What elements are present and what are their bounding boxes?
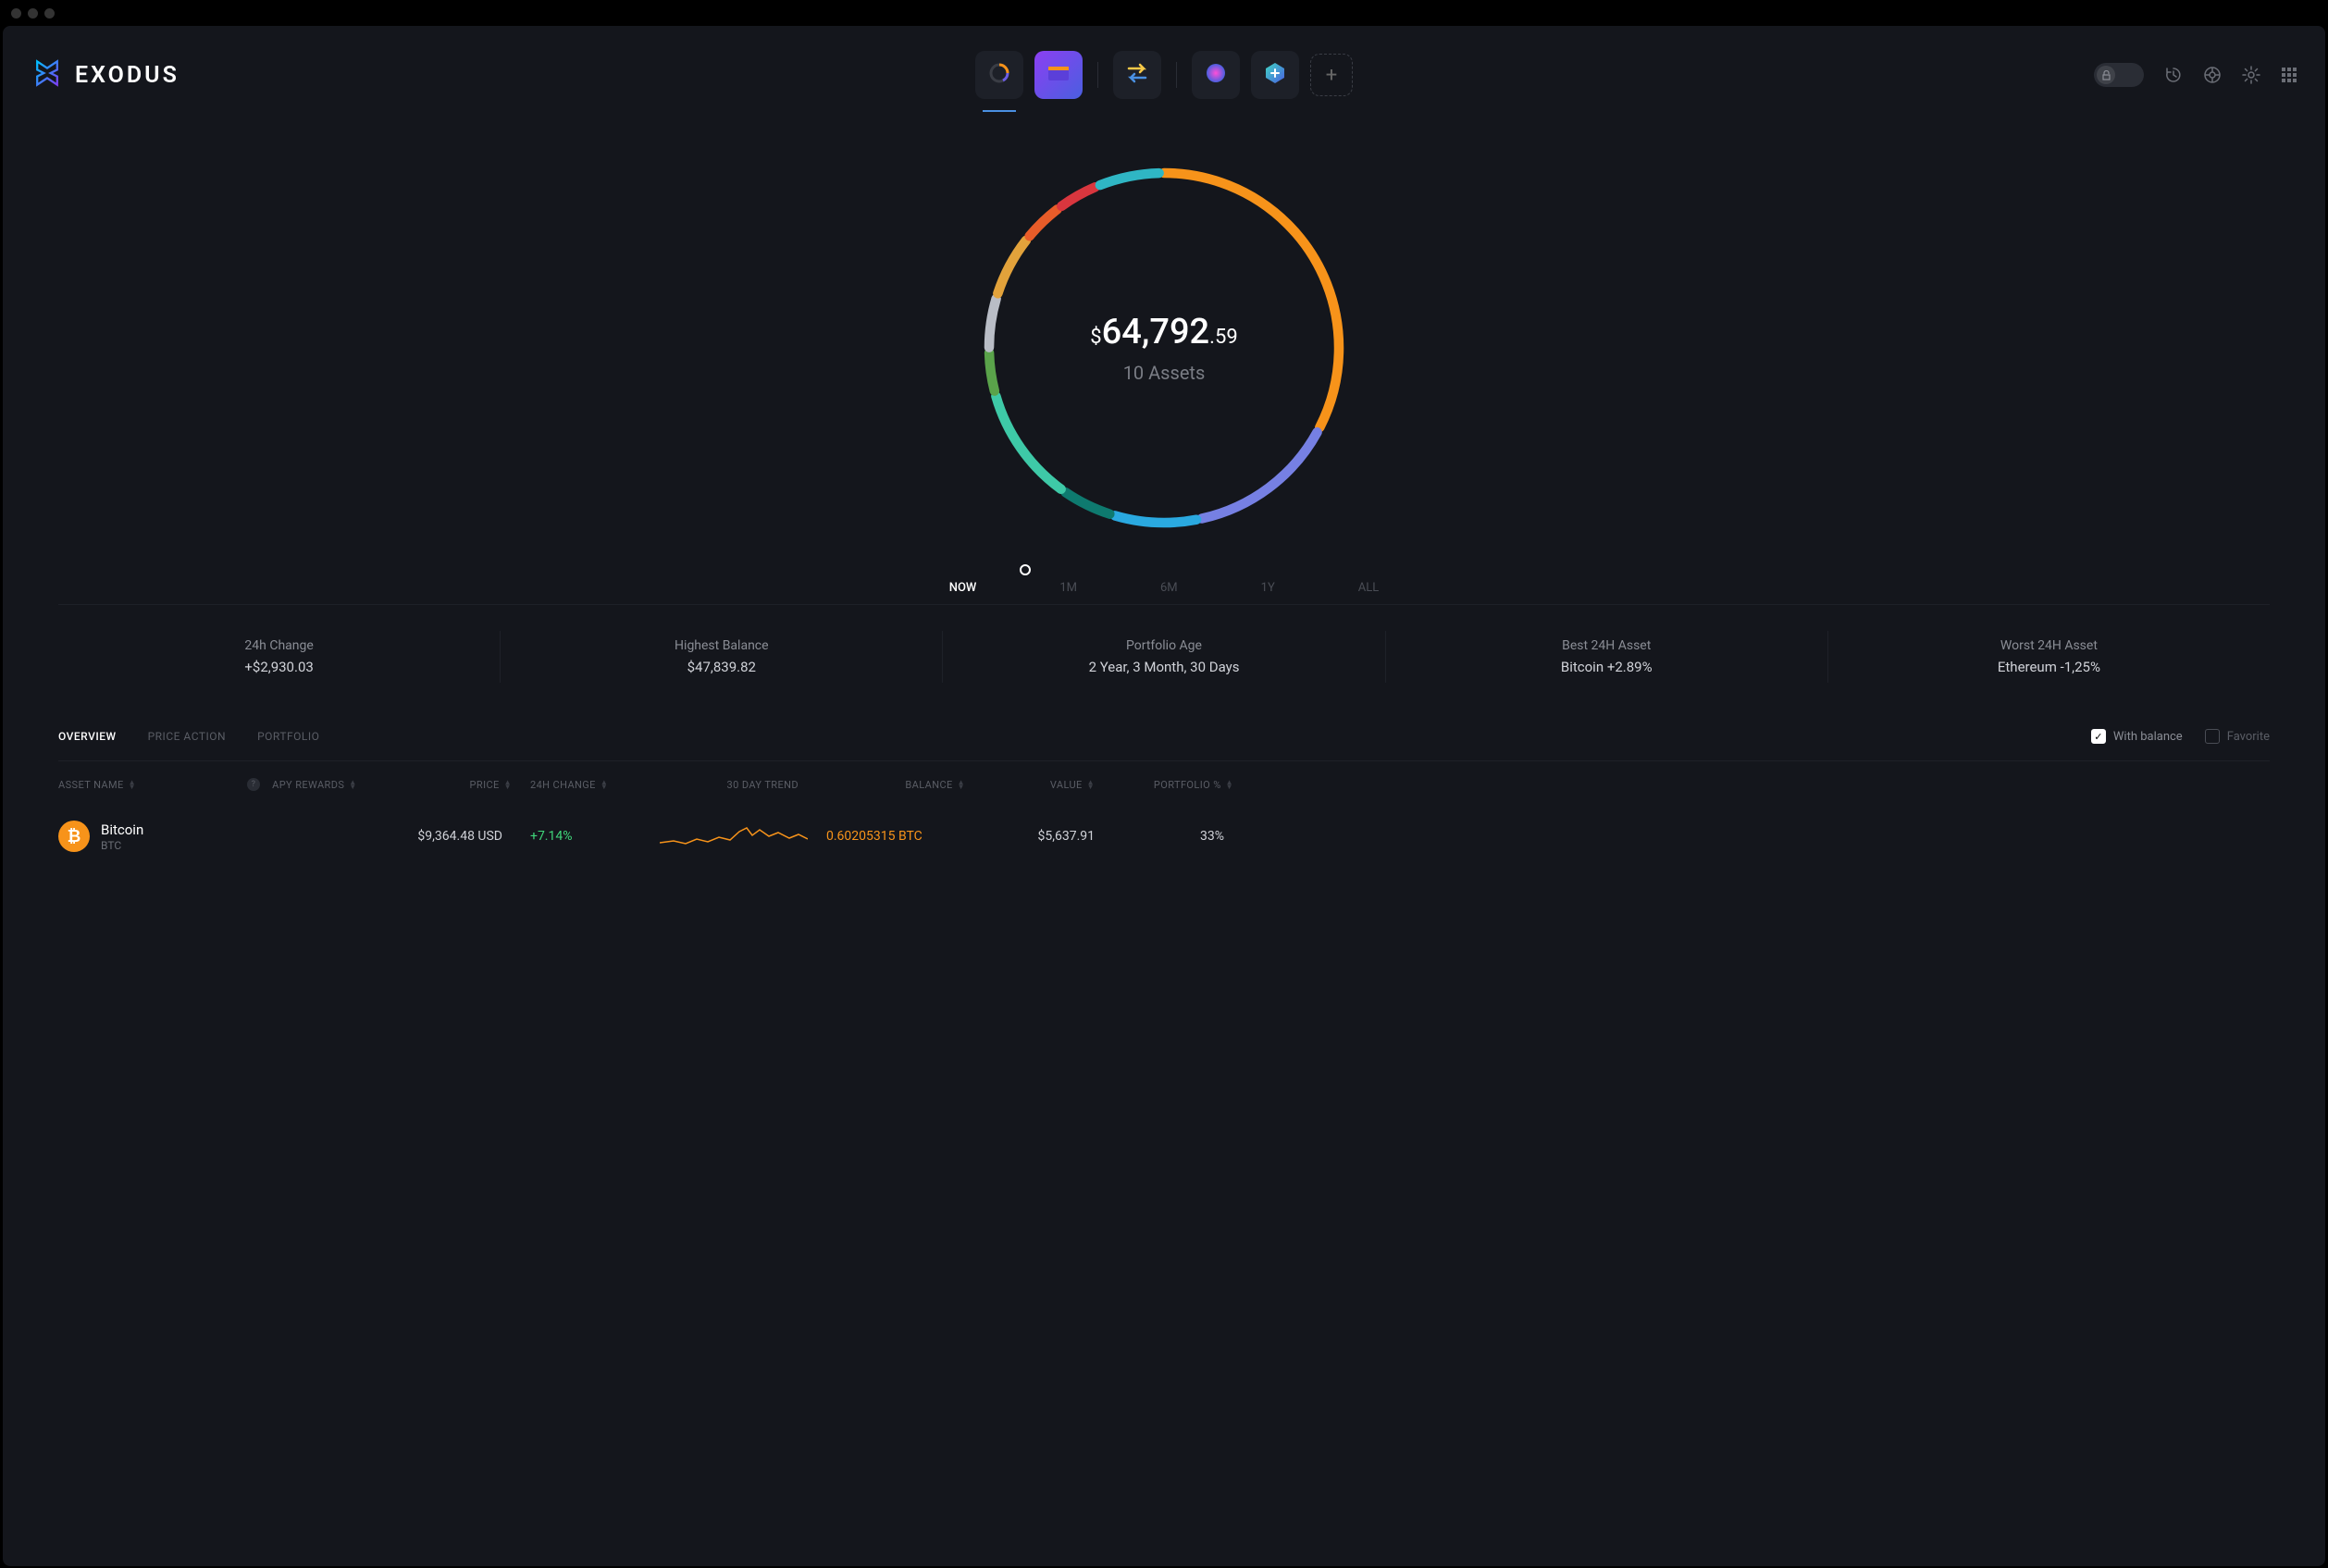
nav-separator — [1097, 62, 1098, 88]
lock-icon — [2097, 66, 2115, 84]
traffic-min-icon[interactable] — [28, 8, 38, 19]
cell-value: $5,637.91 — [984, 829, 1113, 844]
col-pct[interactable]: PORTFOLIO %▲▼ — [1113, 778, 1233, 791]
hexagon-plus-icon — [1263, 61, 1287, 89]
history-icon[interactable] — [2164, 66, 2183, 84]
portfolio-balance: $ 64,792 .59 — [1090, 312, 1237, 352]
asset-table-section: OVERVIEW PRICE ACTION PORTFOLIO ✓ With bal… — [58, 729, 2270, 865]
timeframe-now[interactable]: NOW — [949, 581, 977, 595]
col-apy[interactable]: ? APY REWARDS▲▼ — [243, 778, 382, 791]
swap-arrows-icon — [1125, 63, 1149, 87]
donut-center: $ 64,792 .59 10 Assets — [970, 154, 1358, 542]
nav-portfolio-button[interactable] — [975, 51, 1023, 99]
traffic-close-icon[interactable] — [11, 8, 21, 19]
sort-icon: ▲▼ — [601, 780, 608, 789]
col-price[interactable]: PRICE▲▼ — [382, 778, 530, 791]
nav-add-button[interactable]: + — [1310, 54, 1353, 96]
timeline-marker-icon — [1020, 564, 1031, 575]
nav-shop-button[interactable] — [1192, 51, 1240, 99]
cell-balance: 0.60205315 BTC — [826, 829, 984, 844]
balance-decimals: .59 — [1209, 326, 1238, 349]
sort-icon: ▲▼ — [1087, 780, 1095, 789]
col-value[interactable]: VALUE▲▼ — [984, 778, 1113, 791]
table-tabs-row: OVERVIEW PRICE ACTION PORTFOLIO ✓ With bal… — [58, 729, 2270, 761]
exodus-logo-icon — [31, 56, 64, 93]
nav-wallet-button[interactable] — [1034, 51, 1083, 99]
cell-portfolio-pct: 33% — [1113, 829, 1233, 844]
logo[interactable]: EXODUS — [31, 56, 180, 93]
col-trend[interactable]: 30 DAY TREND — [660, 778, 826, 791]
wallet-icon — [1047, 64, 1070, 86]
donut-ring-icon — [987, 61, 1011, 89]
timeframe-1y[interactable]: 1Y — [1261, 581, 1275, 595]
filter-with-balance-checkbox[interactable]: ✓ With balance — [2091, 729, 2183, 744]
stats-row: 24h Change +$2,930.03 Highest Balance $4… — [58, 631, 2270, 683]
col-balance[interactable]: BALANCE▲▼ — [826, 778, 984, 791]
balance-whole: 64,792 — [1102, 312, 1210, 352]
table-row[interactable]: ₿ BitcoinBTC $9,364.48 USD+7.14% 0.60205315… — [58, 808, 2270, 865]
nav-separator — [1176, 62, 1177, 88]
timeframe-6m[interactable]: 6M — [1160, 581, 1178, 595]
sort-icon: ▲▼ — [349, 780, 356, 789]
asset-name: Bitcoin — [101, 821, 143, 838]
filter-favorite-checkbox[interactable]: Favorite — [2205, 729, 2270, 744]
timeframe-all[interactable]: ALL — [1358, 581, 1379, 595]
help-icon[interactable]: ? — [247, 778, 260, 791]
assets-count-label: 10 Assets — [1123, 362, 1206, 384]
lock-toggle[interactable] — [2094, 63, 2144, 87]
stat-best-asset: Best 24H Asset Bitcoin +2.89% — [1386, 631, 1828, 683]
portfolio-donut-wrap: $ 64,792 .59 10 Assets — [58, 154, 2270, 542]
asset-symbol: BTC — [101, 839, 143, 852]
nav-apps-button[interactable] — [1251, 51, 1299, 99]
timeframe-selector: NOW 1M 6M 1Y ALL — [58, 564, 2270, 605]
timeframe-1m[interactable]: 1M — [1059, 581, 1077, 595]
tab-price-action[interactable]: PRICE ACTION — [148, 730, 226, 743]
cell-change: +7.14% — [530, 829, 660, 844]
main: $ 64,792 .59 10 Assets NOW 1M 6M 1Y ALL 24h … — [3, 107, 2325, 865]
table-header-row: ASSET NAME▲▼ ? APY REWARDS▲▼ PRICE▲▼ 24H… — [58, 761, 2270, 808]
stat-portfolio-age: Portfolio Age 2 Year, 3 Month, 30 Days — [943, 631, 1385, 683]
nav-exchange-button[interactable] — [1113, 51, 1161, 99]
currency-symbol: $ — [1090, 326, 1101, 349]
grid-icon[interactable] — [2281, 67, 2297, 83]
sort-icon: ▲▼ — [129, 780, 136, 789]
plus-icon: + — [1326, 64, 1337, 87]
settings-icon[interactable] — [2242, 66, 2260, 84]
stat-highest-balance: Highest Balance $47,839.82 — [501, 631, 943, 683]
support-icon[interactable] — [2203, 66, 2222, 84]
cell-price: $9,364.48 USD — [382, 829, 530, 844]
checkbox-checked-icon: ✓ — [2091, 729, 2106, 744]
col-change[interactable]: 24H CHANGE▲▼ — [530, 778, 660, 791]
table-filters: ✓ With balance Favorite — [2091, 729, 2270, 744]
sort-icon: ▲▼ — [1226, 780, 1233, 789]
stat-worst-asset: Worst 24H Asset Ethereum -1,25% — [1828, 631, 2270, 683]
tab-overview[interactable]: OVERVIEW — [58, 730, 117, 743]
header: EXODUS + — [3, 26, 2325, 107]
col-asset-name[interactable]: ASSET NAME▲▼ — [58, 778, 243, 791]
traffic-max-icon[interactable] — [44, 8, 55, 19]
sort-icon: ▲▼ — [958, 780, 965, 789]
logo-text: EXODUS — [75, 62, 180, 89]
portfolio-donut-chart[interactable]: $ 64,792 .59 10 Assets — [970, 154, 1358, 542]
sparkline-chart — [660, 822, 826, 850]
stat-24h-change: 24h Change +$2,930.03 — [58, 631, 501, 683]
asset-coin-icon: ₿ — [58, 821, 90, 852]
nav-bar: + — [975, 51, 1353, 99]
window-titlebar — [0, 0, 2328, 26]
app-frame: EXODUS + — [3, 26, 2325, 1566]
sort-icon: ▲▼ — [504, 780, 512, 789]
tab-portfolio[interactable]: PORTFOLIO — [257, 730, 319, 743]
header-right — [2094, 63, 2297, 87]
asset-cell: ₿ BitcoinBTC — [58, 821, 243, 852]
profile-color-icon — [1205, 62, 1227, 88]
checkbox-unchecked-icon — [2205, 729, 2220, 744]
